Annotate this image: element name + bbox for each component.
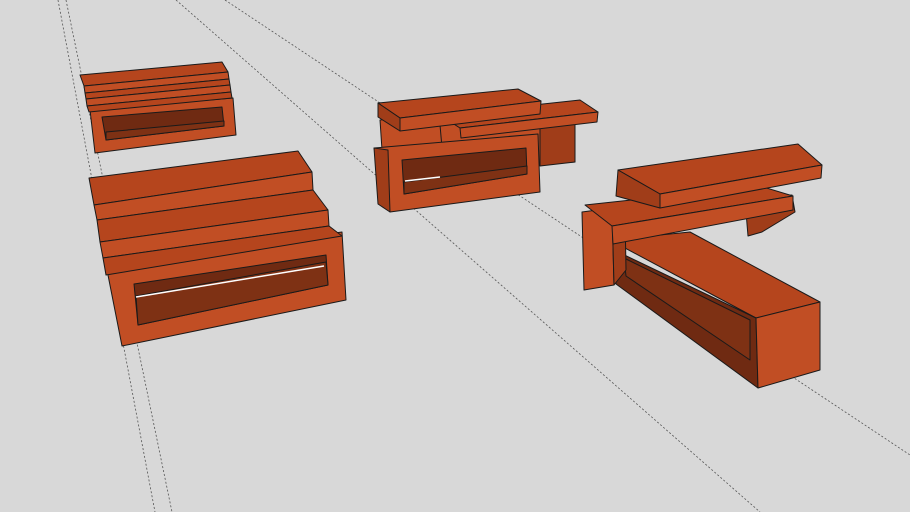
model-frame-with-shelves[interactable]: [373, 88, 599, 213]
frame-side-face: [373, 147, 391, 213]
scene-canvas[interactable]: [0, 0, 910, 512]
model-stacked-frames-small[interactable]: [79, 61, 237, 154]
model-stacked-frames-large[interactable]: [88, 150, 347, 347]
3d-viewport[interactable]: [0, 0, 910, 512]
model-l-shaped-frame-with-shelves[interactable]: [581, 143, 823, 389]
